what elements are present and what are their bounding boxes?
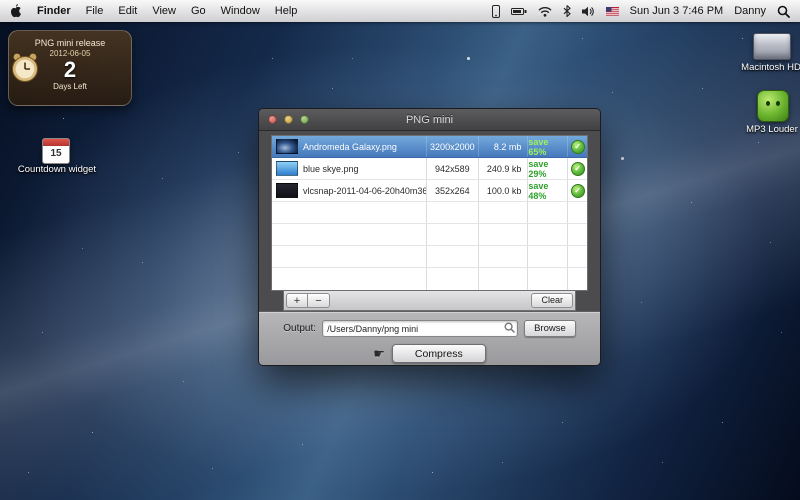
dimensions-cell: 942x589 bbox=[426, 158, 478, 179]
zoom-button[interactable] bbox=[300, 115, 309, 124]
mp3-louder-icon[interactable] bbox=[757, 90, 789, 122]
calendar-icon-header bbox=[43, 139, 69, 146]
widget-title: PNG mini release bbox=[9, 38, 131, 48]
check-icon: ✓ bbox=[571, 184, 585, 198]
menu-left: Finder File Edit View Go Window Help bbox=[10, 4, 297, 18]
size-cell: 8.2 mb bbox=[478, 136, 528, 157]
file-thumbnail bbox=[276, 161, 298, 176]
output-path-field-wrap bbox=[322, 320, 518, 337]
window-titlebar[interactable]: PNG mini bbox=[259, 109, 600, 131]
file-name: vlcsnap-2011-04-06-20h40m36s165.png bbox=[303, 186, 426, 196]
menu-item-file[interactable]: File bbox=[86, 5, 104, 17]
save-percent-cell: save 65% bbox=[527, 136, 567, 157]
window-content-bottom: Output: Browse ☛ Compress bbox=[259, 311, 600, 366]
mp3-louder-label[interactable]: MP3 Louder bbox=[737, 124, 800, 135]
dimensions-cell: 352x264 bbox=[426, 180, 478, 201]
file-thumbnail bbox=[276, 139, 298, 154]
table-row[interactable]: Andromeda Galaxy.png 3200x2000 8.2 mb sa… bbox=[272, 136, 587, 158]
check-icon: ✓ bbox=[571, 140, 585, 154]
table-row-empty bbox=[272, 224, 587, 246]
dimensions-cell: 3200x2000 bbox=[426, 136, 478, 157]
menu-item-window[interactable]: Window bbox=[221, 5, 260, 17]
wifi-icon[interactable] bbox=[538, 6, 552, 17]
spotlight-search-icon[interactable] bbox=[777, 5, 790, 18]
calendar-icon-day: 15 bbox=[43, 146, 69, 161]
macintosh-hd-label[interactable]: Macintosh HD bbox=[741, 62, 800, 73]
file-name: blue skye.png bbox=[303, 164, 359, 174]
output-path-input[interactable] bbox=[323, 324, 504, 334]
add-file-button[interactable]: + bbox=[286, 293, 308, 308]
pointing-hand-icon: ☛ bbox=[373, 347, 385, 360]
output-label: Output: bbox=[283, 323, 316, 334]
menu-app-name[interactable]: Finder bbox=[37, 5, 71, 17]
magnifier-icon[interactable] bbox=[504, 320, 515, 338]
menu-bar: Finder File Edit View Go Window Help bbox=[0, 0, 800, 22]
status-cell: ✓ bbox=[567, 158, 587, 179]
menu-clock[interactable]: Sun Jun 3 7:46 PM bbox=[630, 5, 724, 17]
us-flag-icon[interactable] bbox=[606, 7, 619, 16]
compress-button[interactable]: Compress bbox=[392, 344, 486, 363]
close-button[interactable] bbox=[268, 115, 277, 124]
file-thumbnail bbox=[276, 183, 298, 198]
window-content-top: Andromeda Galaxy.png 3200x2000 8.2 mb sa… bbox=[259, 131, 600, 311]
png-mini-window: PNG mini Andromeda Galaxy.png 3200x2000 … bbox=[258, 108, 601, 366]
countdown-widget-app-icon[interactable]: 15 bbox=[42, 138, 70, 164]
battery-icon[interactable] bbox=[511, 7, 527, 16]
compress-row: ☛ Compress bbox=[259, 344, 600, 363]
menu-status-area: Sun Jun 3 7:46 PM Danny bbox=[492, 5, 790, 18]
menu-user[interactable]: Danny bbox=[734, 5, 766, 17]
output-row: Output: Browse bbox=[259, 312, 600, 337]
file-name-cell: vlcsnap-2011-04-06-20h40m36s165.png bbox=[272, 180, 426, 201]
clear-button[interactable]: Clear bbox=[531, 293, 573, 308]
alarm-clock-icon bbox=[10, 51, 40, 88]
table-row-empty bbox=[272, 246, 587, 268]
menu-item-view[interactable]: View bbox=[152, 5, 176, 17]
macintosh-hd-icon[interactable] bbox=[753, 33, 791, 60]
table-row[interactable]: blue skye.png 942x589 240.9 kb save 29% … bbox=[272, 158, 587, 180]
iphone-icon[interactable] bbox=[492, 5, 500, 18]
table-row[interactable]: vlcsnap-2011-04-06-20h40m36s165.png 352x… bbox=[272, 180, 587, 202]
table-row-empty bbox=[272, 202, 587, 224]
file-name-cell: blue skye.png bbox=[272, 158, 426, 179]
remove-file-button[interactable]: − bbox=[308, 293, 330, 308]
menu-item-edit[interactable]: Edit bbox=[118, 5, 137, 17]
mp3-louder-icon-eyes bbox=[766, 101, 770, 106]
check-icon: ✓ bbox=[571, 162, 585, 176]
apple-menu-icon[interactable] bbox=[10, 4, 22, 18]
traffic-lights bbox=[268, 115, 309, 124]
menu-item-help[interactable]: Help bbox=[275, 5, 298, 17]
menu-item-go[interactable]: Go bbox=[191, 5, 206, 17]
volume-icon[interactable] bbox=[582, 6, 595, 17]
table-toolbar: + − Clear bbox=[283, 291, 576, 311]
minimize-button[interactable] bbox=[284, 115, 293, 124]
file-name-cell: Andromeda Galaxy.png bbox=[272, 136, 426, 157]
table-row-empty bbox=[272, 268, 587, 290]
window-title: PNG mini bbox=[406, 114, 453, 126]
size-cell: 240.9 kb bbox=[478, 158, 528, 179]
save-percent-cell: save 29% bbox=[527, 158, 567, 179]
save-percent-cell: save 48% bbox=[527, 180, 567, 201]
file-table: Andromeda Galaxy.png 3200x2000 8.2 mb sa… bbox=[271, 135, 588, 291]
status-cell: ✓ bbox=[567, 180, 587, 201]
countdown-widget: PNG mini release 2012-06-05 2 Days Left bbox=[8, 30, 132, 106]
file-name: Andromeda Galaxy.png bbox=[303, 142, 397, 152]
size-cell: 100.0 kb bbox=[478, 180, 528, 201]
bluetooth-icon[interactable] bbox=[563, 5, 571, 17]
status-cell: ✓ bbox=[567, 136, 587, 157]
desktop: Finder File Edit View Go Window Help bbox=[0, 0, 800, 500]
browse-button[interactable]: Browse bbox=[524, 320, 576, 337]
countdown-widget-label[interactable]: Countdown widget bbox=[17, 164, 97, 175]
